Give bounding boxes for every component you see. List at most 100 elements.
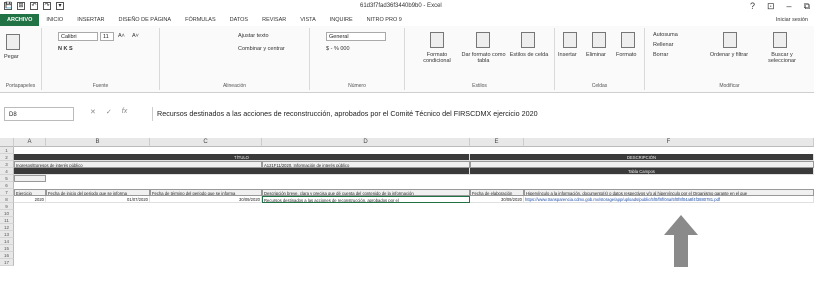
font-size-select[interactable]: 11 [100, 32, 114, 41]
row-header[interactable]: 11 [0, 217, 14, 224]
redo-icon[interactable]: ↷ [43, 2, 51, 10]
field-header[interactable]: Hipervínculo a la información, documento… [524, 189, 814, 196]
cell-styles-button[interactable]: Estilos de celda [509, 52, 549, 58]
tab-vista[interactable]: VISTA [293, 14, 323, 26]
row-header[interactable]: 13 [0, 231, 14, 238]
cell-e3[interactable] [470, 161, 814, 168]
delete-cells-button[interactable]: Eliminar [586, 52, 606, 58]
row-header[interactable]: 2 [0, 154, 14, 161]
data-cell[interactable]: 30/09/2020 [470, 196, 524, 203]
help-button[interactable]: ? [750, 1, 755, 12]
tab-formulas[interactable]: FÓRMULAS [178, 14, 223, 26]
field-header[interactable]: Descripción breve, clara y precisa que d… [262, 189, 470, 196]
signin-link[interactable]: Iniciar sesión [776, 17, 808, 23]
tab-revisar[interactable]: REVISAR [255, 14, 293, 26]
format-cells-icon[interactable] [621, 32, 635, 48]
column-header-b[interactable]: B [46, 138, 150, 147]
font-name-select[interactable]: Calibri [58, 32, 98, 41]
number-format-buttons[interactable]: $ - % 000 [326, 46, 350, 52]
tab-archivo[interactable]: ARCHIVO [0, 14, 40, 26]
row-header[interactable]: 4 [0, 168, 14, 175]
row-header[interactable]: 8 [0, 196, 14, 203]
group-clipboard: Pegar Portapapeles [0, 28, 42, 90]
field-header[interactable]: Fecha de elaboración [470, 189, 524, 196]
column-header-a[interactable]: A [14, 138, 46, 147]
row-header[interactable]: 7 [0, 189, 14, 196]
conditional-format-icon[interactable] [430, 32, 444, 48]
enter-icon[interactable]: ✓ [106, 108, 112, 116]
row-header[interactable]: 3 [0, 161, 14, 168]
cell-d3[interactable]: A121F11/2020. Información de interés púb… [262, 161, 470, 168]
field-header[interactable]: Ejercicio [14, 189, 46, 196]
conditional-format-button[interactable]: Formato condicional [413, 52, 461, 64]
row-header[interactable]: 1 [0, 147, 14, 154]
ribbon-display-button[interactable]: ⊡ [767, 1, 775, 12]
formula-input[interactable]: Recursos destinados a las acciones de re… [152, 107, 807, 121]
row-header[interactable]: 12 [0, 224, 14, 231]
clear-button[interactable]: Borrar [653, 52, 668, 58]
insert-cells-icon[interactable] [563, 32, 577, 48]
select-all-corner[interactable] [0, 138, 14, 147]
tab-diseno[interactable]: DISEÑO DE PÁGINA [112, 14, 179, 26]
tab-nitro[interactable]: NITRO PRO 9 [360, 14, 409, 26]
restore-button[interactable]: ⧉ [804, 1, 810, 12]
tabla-campos-band[interactable]: Tabla Campos [470, 168, 814, 175]
minimize-button[interactable]: – [787, 1, 792, 12]
data-cell[interactable]: 2020 [14, 196, 46, 203]
tab-inicio[interactable]: INICIO [39, 14, 70, 26]
find-select-icon[interactable] [773, 32, 787, 48]
sort-filter-icon[interactable] [723, 32, 737, 48]
sort-filter-button[interactable]: Ordenar y filtrar [707, 52, 751, 58]
autosum-button[interactable]: Autosuma [653, 32, 678, 38]
font-style-buttons[interactable]: N K S [58, 46, 73, 52]
description-band[interactable]: DESCRIPCIÓN [470, 154, 814, 161]
cell-a5[interactable] [14, 175, 46, 182]
tab-inquire[interactable]: INQUIRE [323, 14, 360, 26]
row-header[interactable]: 17 [0, 259, 14, 266]
data-cell[interactable]: Recursos destinados a las acciones de re… [262, 196, 470, 203]
paste-label[interactable]: Pegar [4, 54, 19, 60]
band-left[interactable] [14, 168, 470, 175]
font-grow-button[interactable]: A˄ [118, 33, 125, 39]
paste-icon[interactable] [6, 34, 20, 50]
column-header-c[interactable]: C [150, 138, 262, 147]
tab-insertar[interactable]: INSERTAR [70, 14, 111, 26]
insert-cells-button[interactable]: Insertar [558, 52, 577, 58]
find-select-button[interactable]: Buscar y seleccionar [757, 52, 807, 64]
delete-cells-icon[interactable] [592, 32, 606, 48]
cancel-icon[interactable]: ✕ [90, 108, 96, 116]
row-header[interactable]: 9 [0, 203, 14, 210]
row-header[interactable]: 15 [0, 245, 14, 252]
column-header-f[interactable]: F [524, 138, 814, 147]
row-header[interactable]: 5 [0, 175, 14, 182]
column-header-d[interactable]: D [262, 138, 470, 147]
data-cell[interactable]: https://www.transparencia.cdmx.gob.mx/st… [524, 196, 814, 203]
data-cell[interactable]: 01/07/2020 [46, 196, 150, 203]
format-table-button[interactable]: Dar formato como tabla [461, 52, 506, 64]
cell-styles-icon[interactable] [521, 32, 535, 48]
row-header[interactable]: 16 [0, 252, 14, 259]
undo-icon[interactable]: ↶ [30, 2, 38, 10]
font-shrink-button[interactable]: A˅ [132, 33, 139, 39]
field-header[interactable]: Fecha de término del periodo que se info… [150, 189, 262, 196]
column-header-e[interactable]: E [470, 138, 524, 147]
tab-datos[interactable]: DATOS [223, 14, 255, 26]
row-header[interactable]: 10 [0, 210, 14, 217]
data-cell[interactable]: 30/09/2020 [150, 196, 262, 203]
merge-center-button[interactable]: Combinar y centrar [238, 46, 285, 52]
format-cells-button[interactable]: Formato [616, 52, 636, 58]
format-table-icon[interactable] [476, 32, 490, 48]
name-box[interactable]: D8 [4, 107, 74, 121]
fx-icon[interactable]: fx [122, 108, 127, 116]
row-header[interactable]: 6 [0, 182, 14, 189]
number-format-select[interactable]: General [326, 32, 386, 41]
save-icon[interactable]: 💾 [4, 2, 12, 10]
field-header[interactable]: Fecha de inicio del periodo que se infor… [46, 189, 150, 196]
title-band[interactable]: TÍTULO [14, 154, 470, 161]
cell-a3[interactable]: Ingresos/Egresos de interés público [14, 161, 262, 168]
customize-qat-icon[interactable]: ▾ [56, 2, 64, 10]
row-header[interactable]: 14 [0, 238, 14, 245]
fill-button[interactable]: Rellenar [653, 42, 673, 48]
grid-icon[interactable]: ⊞ [17, 2, 25, 10]
wrap-text-button[interactable]: Ajustar texto [238, 33, 269, 39]
